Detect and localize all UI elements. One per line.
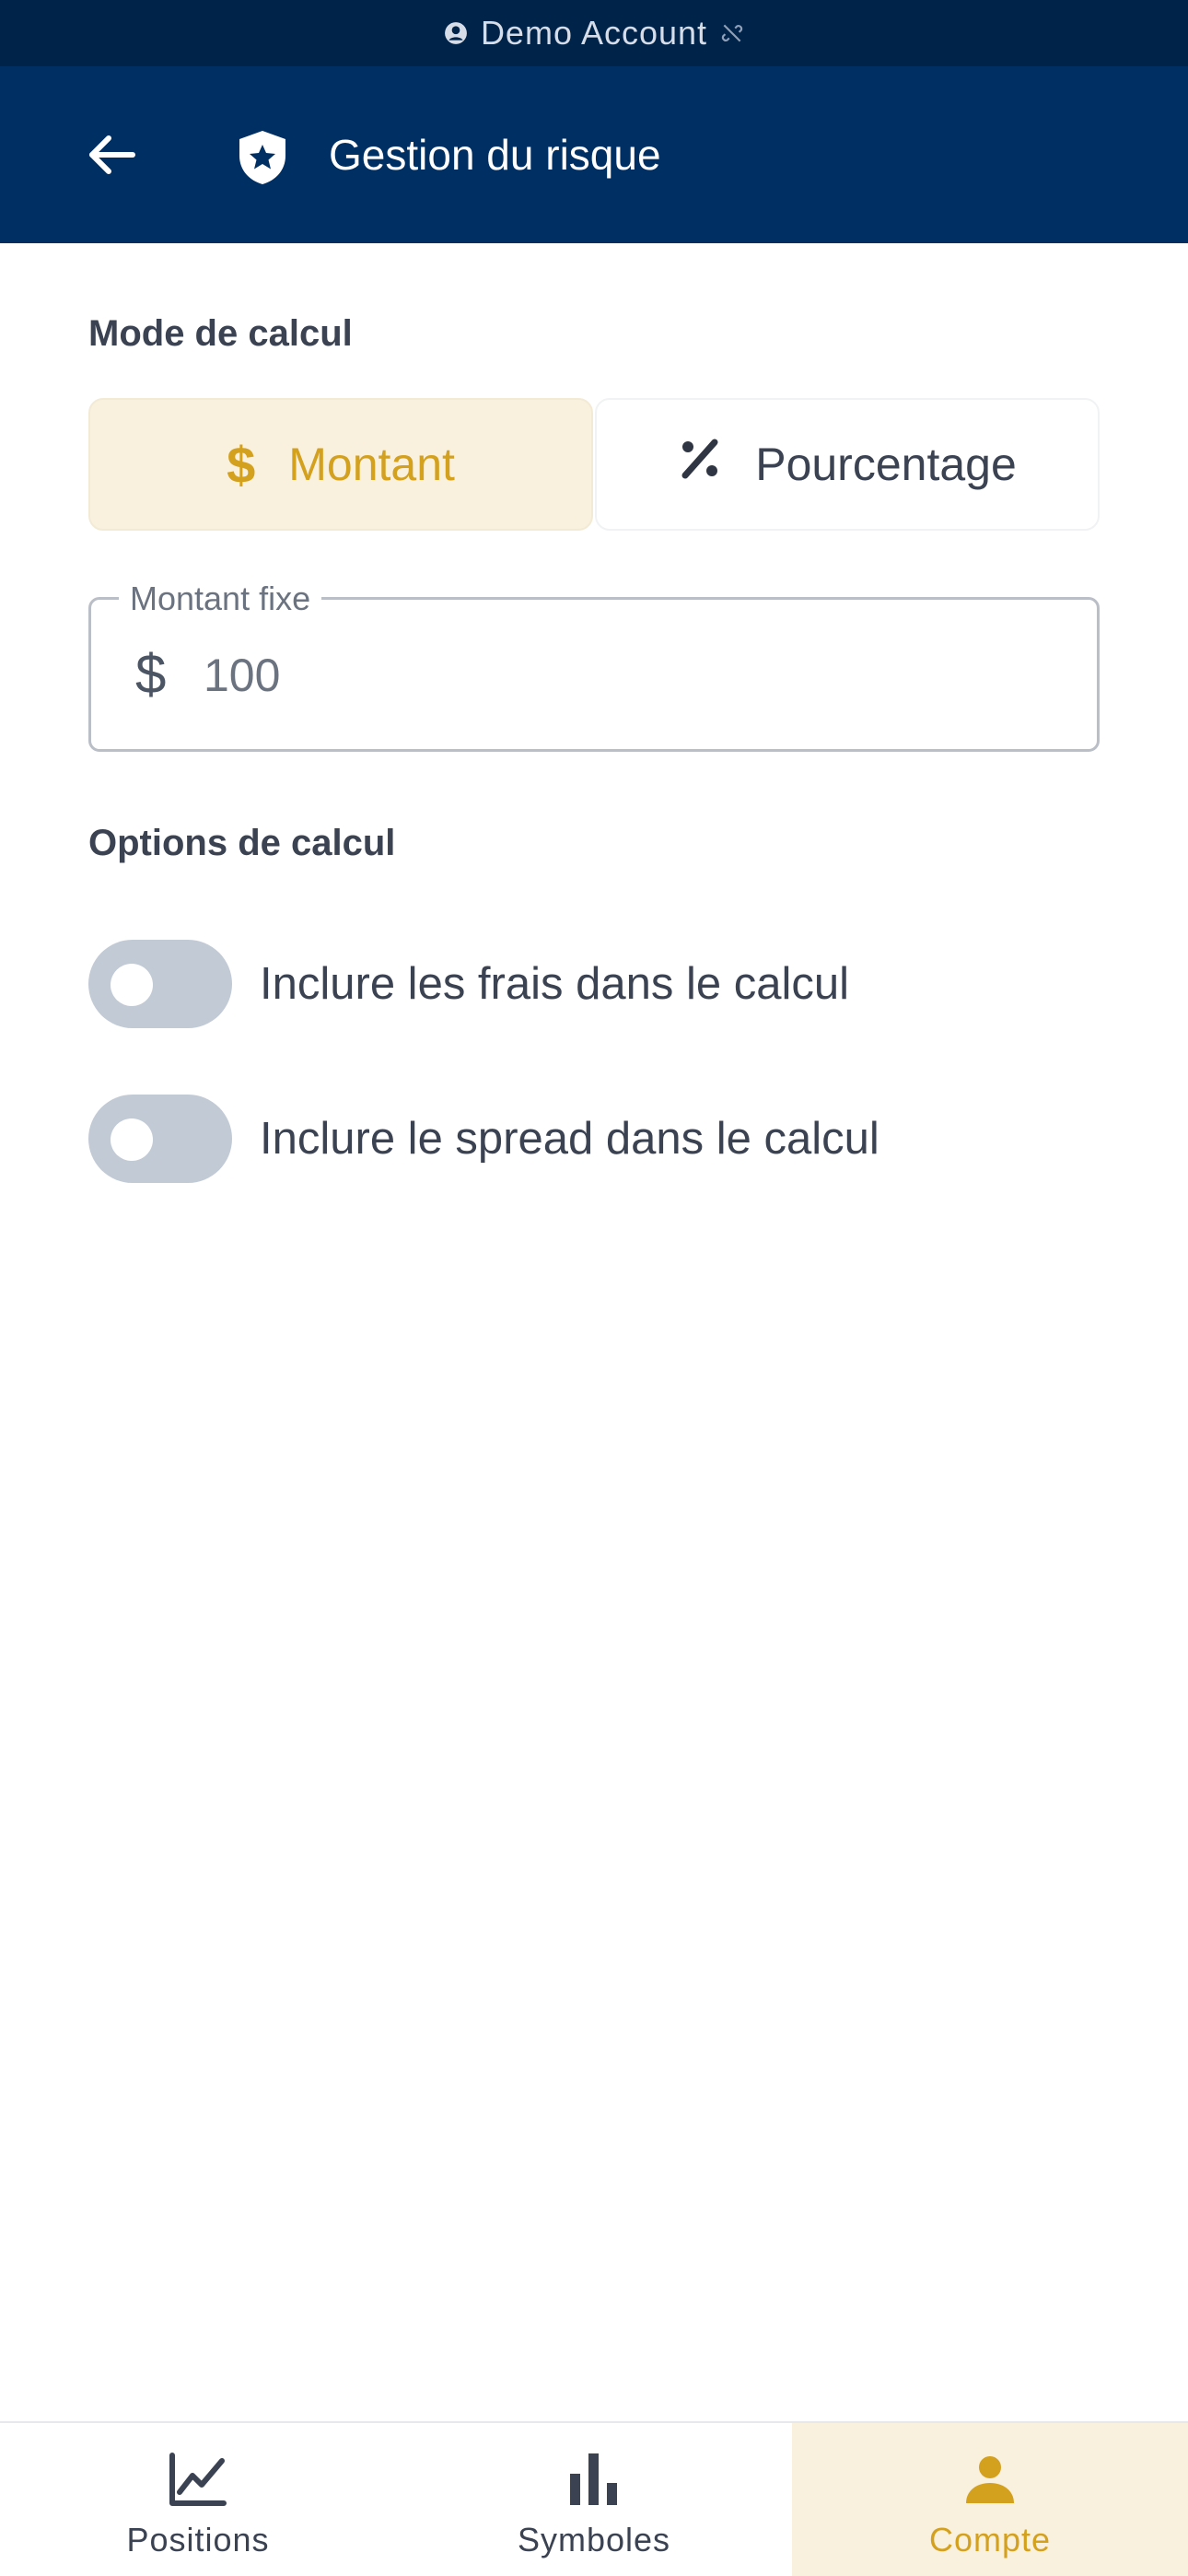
include-spread-label: Inclure le spread dans le calcul: [260, 1114, 879, 1164]
include-fees-label: Inclure les frais dans le calcul: [260, 959, 850, 1009]
nav-symbols-label: Symboles: [517, 2521, 671, 2558]
app-bar: Gestion du risque: [0, 66, 1188, 243]
calc-options-label: Options de calcul: [88, 823, 396, 863]
option-include-fees: Inclure les frais dans le calcul: [88, 940, 849, 1028]
mode-percent-button[interactable]: Pourcentage: [595, 398, 1100, 531]
option-include-spread: Inclure le spread dans le calcul: [88, 1095, 879, 1183]
back-button[interactable]: [81, 124, 142, 185]
mode-amount-button[interactable]: $ Montant: [88, 398, 593, 531]
nav-account-label: Compte: [928, 2521, 1052, 2558]
toggle-knob: [111, 964, 153, 1006]
shield-star-icon: [236, 129, 289, 186]
account-icon: [444, 21, 468, 45]
nav-account[interactable]: Compte: [792, 2423, 1188, 2576]
fixed-amount-label: Montant fixe: [119, 580, 322, 618]
bar-chart-icon: [564, 2449, 624, 2510]
person-icon: [960, 2449, 1020, 2510]
include-fees-toggle[interactable]: [88, 940, 232, 1028]
calc-mode-label: Mode de calcul: [88, 313, 353, 354]
nav-positions[interactable]: Positions: [0, 2423, 396, 2576]
account-label: Demo Account: [480, 14, 708, 52]
toggle-knob: [111, 1118, 153, 1161]
fixed-amount-field: Montant fixe $: [88, 580, 1100, 752]
arrow-left-icon: [89, 135, 135, 174]
status-bar: Demo Account: [0, 0, 1188, 66]
bottom-nav: Positions Symboles Compte: [0, 2421, 1188, 2576]
currency-symbol: $: [135, 643, 167, 705]
percent-icon: [678, 437, 722, 492]
line-chart-icon: [168, 2449, 228, 2510]
include-spread-toggle[interactable]: [88, 1095, 232, 1183]
mode-amount-label: Montant: [288, 439, 455, 490]
nav-symbols[interactable]: Symboles: [396, 2423, 792, 2576]
dollar-icon: $: [227, 435, 256, 494]
nav-positions-label: Positions: [126, 2521, 270, 2558]
link-off-icon: [720, 21, 744, 45]
page-title: Gestion du risque: [329, 131, 661, 179]
fixed-amount-input[interactable]: [204, 646, 1032, 705]
mode-percent-label: Pourcentage: [755, 439, 1017, 490]
